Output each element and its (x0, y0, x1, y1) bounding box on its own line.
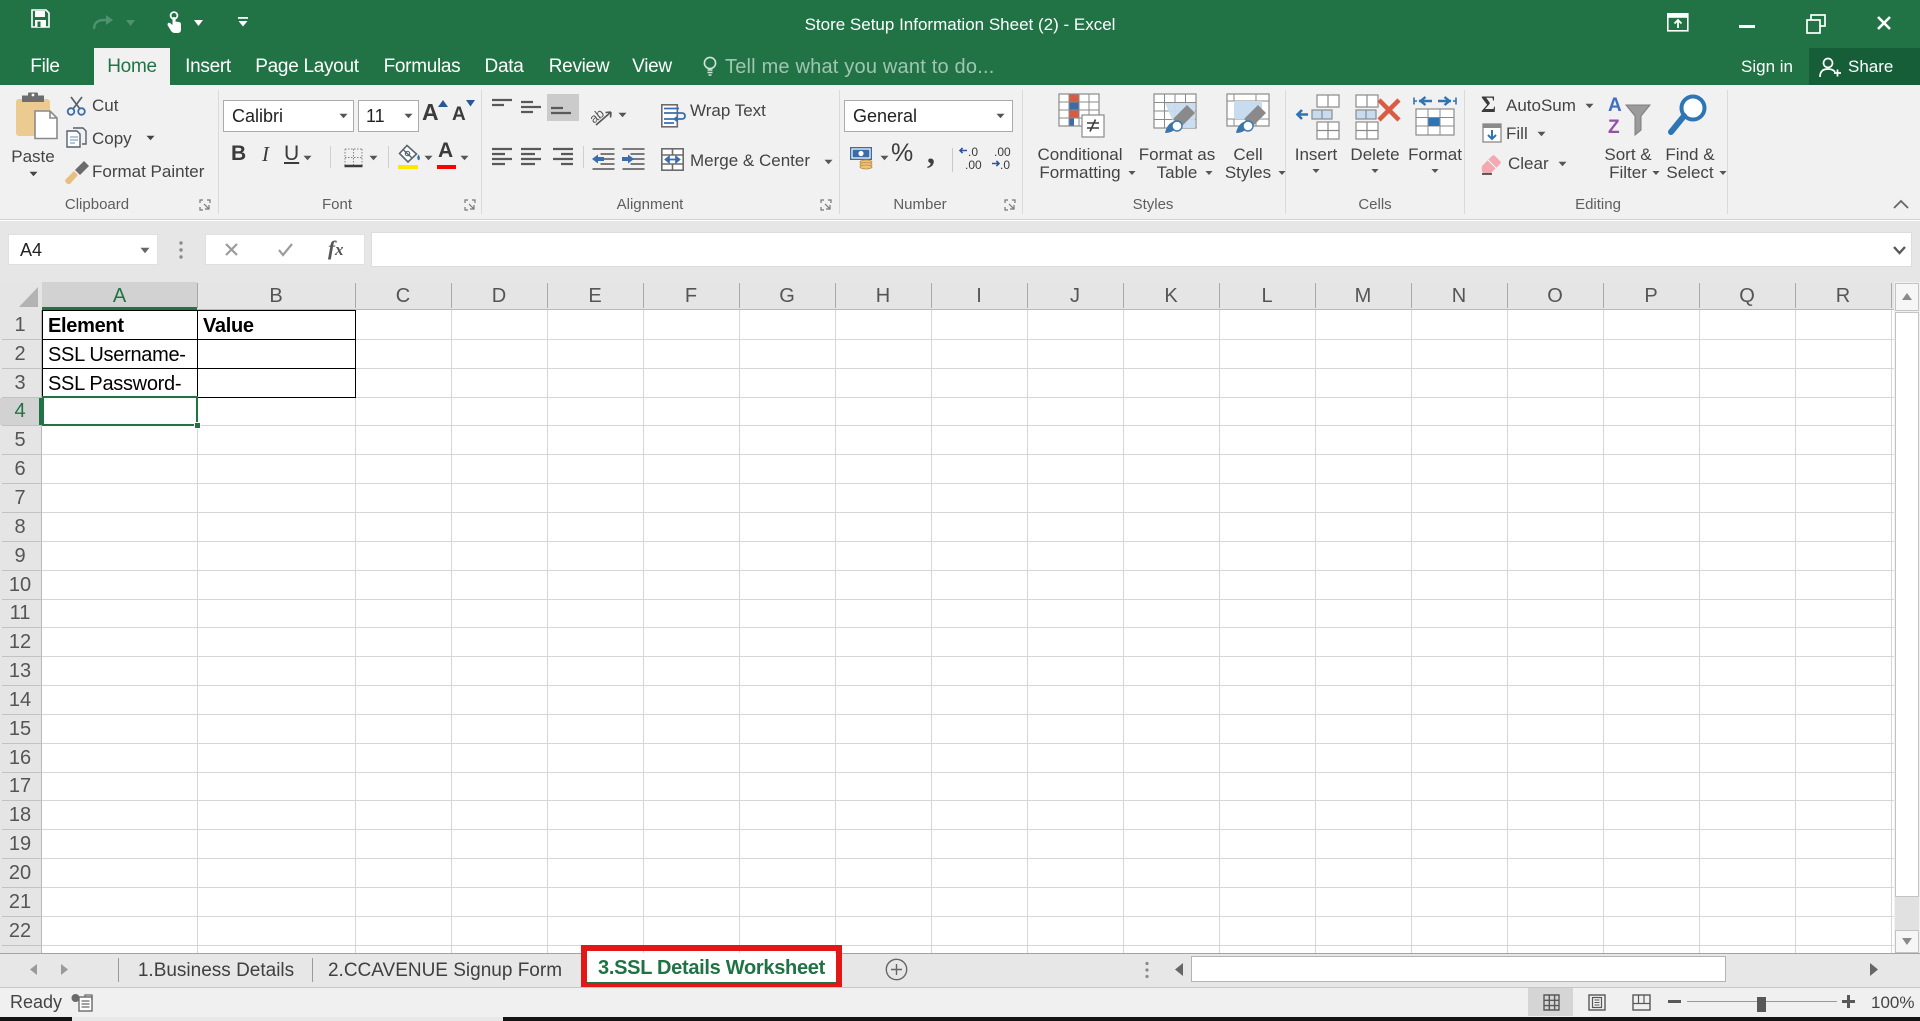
svg-text:.0: .0 (968, 145, 978, 159)
svg-text:.00: .00 (965, 158, 982, 172)
svg-text:A: A (1608, 95, 1622, 116)
svg-text:Z: Z (1608, 117, 1620, 138)
